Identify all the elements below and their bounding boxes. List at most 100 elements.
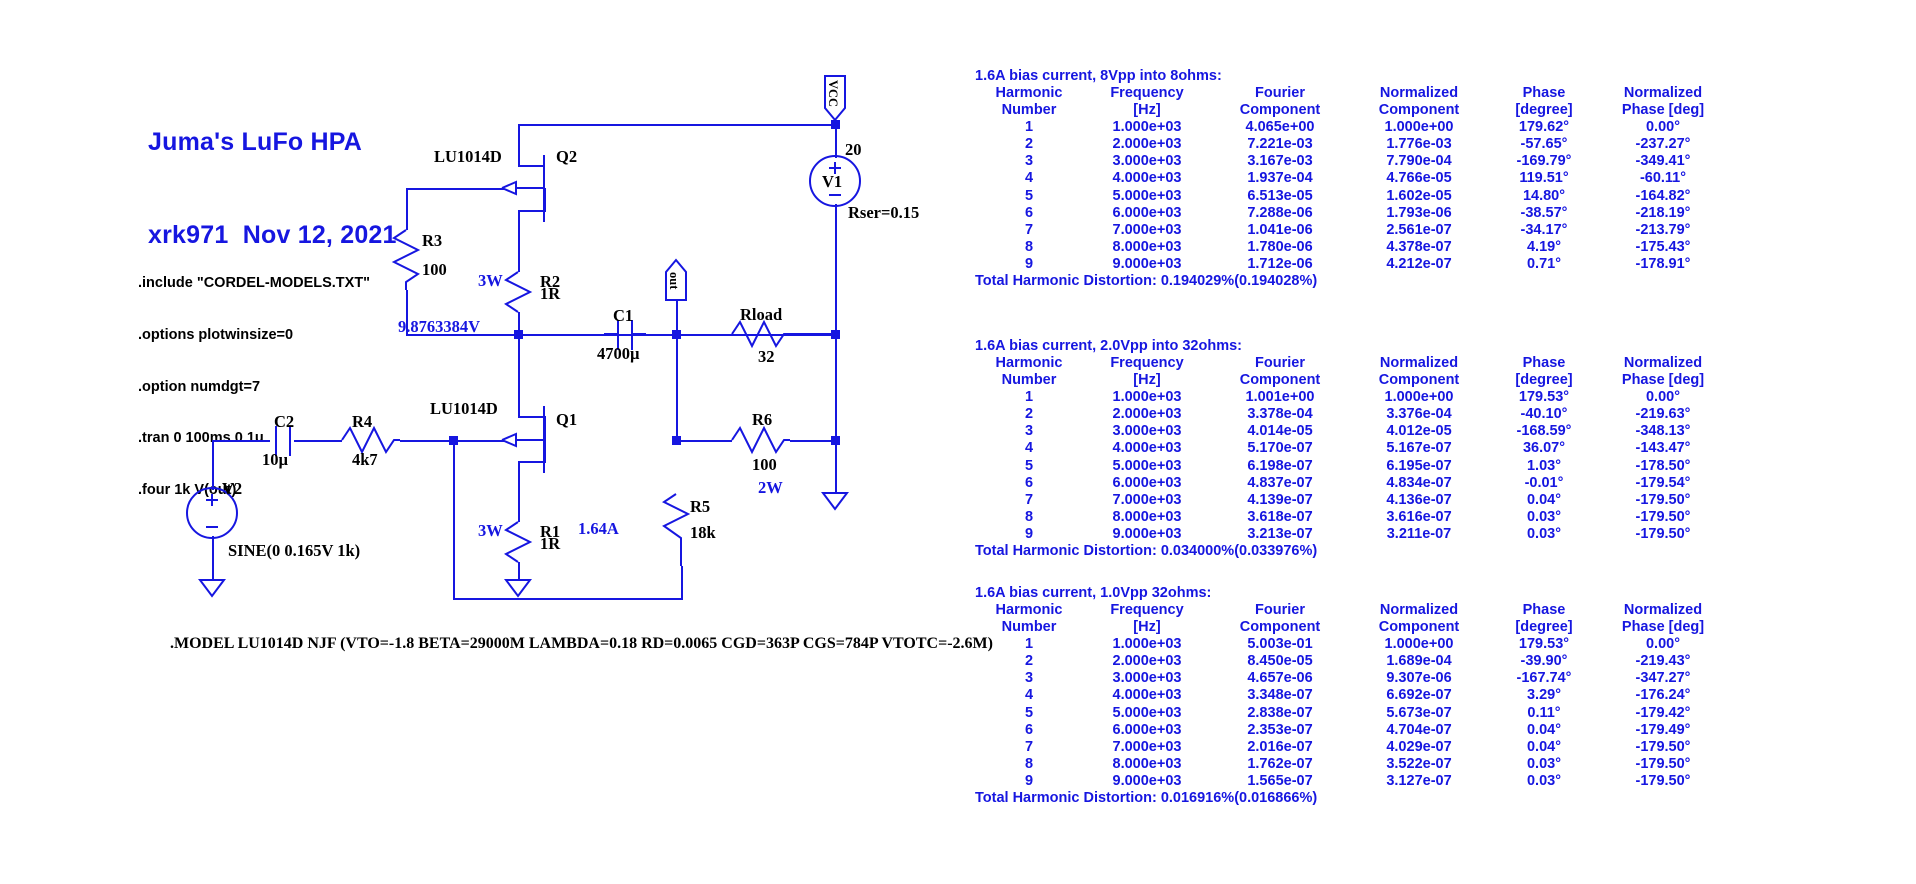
table-1-thd: Total Harmonic Distortion: 0.194029%(0.1… [975,273,1318,290]
table-2-row-7-cell-4: 4.136e-07 [1386,491,1452,508]
table-1-caption: 1.6A bias current, 8Vpp into 8ohms: [975,68,1222,84]
table-1-row-7-cell-6: -213.79° [1635,221,1691,238]
table-2-row-8-cell-6: -179.50° [1635,508,1691,525]
c1-value-label: 4700µ [597,344,640,363]
table-1-row-6-cell-6: -218.19° [1635,204,1691,221]
r6-power-label: 2W [758,478,783,497]
col-header-phase: Phase [1522,602,1566,618]
table-3-row-3-cell-5: -167.74° [1516,670,1572,687]
col-header-harmonic: Harmonic [995,85,1063,101]
col-subheader-hz: [Hz] [1133,372,1161,389]
table-2-row-2-cell-1: 2 [1024,406,1034,423]
table-1-row-8-cell-2: 8.000e+03 [1112,238,1182,255]
col-header-harmonic: Harmonic [995,355,1063,371]
vcc-port-label: VCC [826,80,840,108]
table-2-row-5-cell-4: 6.195e-07 [1386,457,1452,474]
fourier-table-1: 1.6A bias current, 8Vpp into 8ohms: Harm… [975,68,1727,290]
table-2-row-4-cell-5: 36.07° [1522,440,1566,457]
table-3-row-2-cell-5: -39.90° [1520,653,1568,670]
table-3-row-1-cell-3: 5.003e-01 [1247,636,1313,653]
table-3-row-6-cell-4: 4.704e-07 [1386,721,1452,738]
table-1-rows: 1 1.000e+03 4.065e+00 1.000e+00 179.62° 0.00°… [975,119,1727,273]
table-2-row-8-cell-5: 0.03° [1526,508,1562,525]
table-3-row-4-cell-3: 3.348e-07 [1247,687,1313,704]
table-3-row-4-cell-4: 6.692e-07 [1386,687,1452,704]
r2-value-label: 1R [540,284,561,303]
table-1-row-9-cell-4: 4.212e-07 [1386,255,1452,272]
v1-rser-label: Rser=0.15 [848,203,920,222]
r1-power-label: 3W [478,521,503,540]
table-3-row-7-cell-1: 7 [1024,738,1034,755]
table-1-row-3-cell-6: -349.41° [1635,153,1691,170]
table-1-row-1-cell-4: 1.000e+00 [1384,119,1454,136]
table-1-row-8-cell-1: 8 [1024,238,1034,255]
table-3-row-8-cell-2: 8.000e+03 [1112,755,1182,772]
c2-ref-label: C2 [274,412,295,431]
col-subheader-nphase: Phase [deg] [1621,372,1705,389]
table-2-row-1-cell-2: 1.000e+03 [1112,389,1182,406]
col-subheader-ncomponent: Component [1378,102,1460,119]
table-3-row-1-cell-4: 1.000e+00 [1384,636,1454,653]
table-2-row-8-cell-2: 8.000e+03 [1112,508,1182,525]
table-3-row-7-cell-6: -179.50° [1635,738,1691,755]
col-subheader-component: Component [1239,619,1321,636]
col-header-frequency: Frequency [1110,602,1184,618]
fourier-table-2: 1.6A bias current, 2.0Vpp into 32ohms: H… [975,338,1727,560]
table-3-row-5-cell-5: 0.11° [1527,704,1561,721]
table-1-row-4-cell-2: 4.000e+03 [1112,170,1182,187]
table-3-row-4-cell-5: 3.29° [1526,687,1562,704]
table-3-row-5-cell-2: 5.000e+03 [1112,704,1182,721]
col-subheader-nphase: Phase [deg] [1621,102,1705,119]
table-2-row-8-cell-4: 3.616e-07 [1386,508,1452,525]
q1-model-label: LU1014D [430,399,498,418]
table-1-row-4-cell-4: 4.766e-05 [1386,170,1452,187]
table-2-row-7-cell-6: -179.50° [1635,491,1691,508]
table-3-row-3-cell-3: 4.657e-06 [1247,670,1313,687]
col-header-phase: Phase [1522,355,1566,371]
table-2-row-8-cell-1: 8 [1024,508,1034,525]
col-subheader-number: Number [1001,102,1057,119]
col-header-frequency: Frequency [1110,355,1184,371]
table-1-row-7-cell-3: 1.041e-06 [1247,221,1313,238]
table-3-row-4-cell-1: 4 [1024,687,1034,704]
table-3-row-2-cell-3: 8.450e-05 [1247,653,1313,670]
table-3-row-7-cell-4: 4.029e-07 [1386,738,1452,755]
table-2-row-3-cell-5: -168.59° [1516,423,1572,440]
table-2-row-6-cell-2: 6.000e+03 [1112,474,1182,491]
table-3-row-9-cell-3: 1.565e-07 [1247,772,1313,789]
table-2-row-3-cell-4: 4.012e-05 [1386,423,1452,440]
table-3-row-4-cell-2: 4.000e+03 [1112,687,1182,704]
table-2-row-6-cell-6: -179.54° [1635,474,1691,491]
fourier-table-3: 1.6A bias current, 1.0Vpp 32ohms: Harmon… [975,585,1727,807]
table-2-row-2-cell-5: -40.10° [1520,406,1568,423]
table-2-row-9-cell-4: 3.211e-07 [1386,525,1452,542]
table-1-row-2-cell-1: 2 [1024,136,1034,153]
v2-ref-label: V2 [222,479,243,498]
r5-ref-label: R5 [690,497,711,516]
table-3-row-1-cell-1: 1 [1024,636,1034,653]
table-1-row-8-cell-5: 4.19° [1526,238,1562,255]
table-2-row-4-cell-6: -143.47° [1635,440,1691,457]
table-1-row-4-cell-6: -60.11° [1639,170,1687,187]
table-1-row-3-cell-5: -169.79° [1516,153,1572,170]
col-subheader-degree: [degree] [1515,102,1573,119]
table-1-row-2-cell-2: 2.000e+03 [1112,136,1182,153]
col-header-phase: Phase [1522,85,1566,101]
table-2-row-8-cell-3: 3.618e-07 [1247,508,1313,525]
bias-current-annotation: 1.64A [578,519,619,538]
col-header-normalized: Normalized [1379,85,1459,101]
table-3-row-3-cell-2: 3.000e+03 [1112,670,1182,687]
v2-value-label: SINE(0 0.165V 1k) [228,541,361,560]
table-1-row-1-cell-5: 179.62° [1518,119,1570,136]
col-subheader-nphase: Phase [deg] [1621,619,1705,636]
col-header-normphase: Normalized [1623,85,1703,101]
table-2-row-9-cell-5: 0.03° [1526,525,1562,542]
table-2-row-4-cell-1: 4 [1024,440,1034,457]
table-2-caption: 1.6A bias current, 2.0Vpp into 32ohms: [975,338,1242,354]
table-2-row-3-cell-1: 3 [1024,423,1034,440]
table-2-row-9-cell-1: 9 [1024,525,1034,542]
table-2-row-7-cell-5: 0.04° [1526,491,1562,508]
table-3-row-9-cell-4: 3.127e-07 [1386,772,1452,789]
table-3-row-9-cell-6: -179.50° [1635,772,1691,789]
table-3-row-3-cell-4: 9.307e-06 [1386,670,1452,687]
